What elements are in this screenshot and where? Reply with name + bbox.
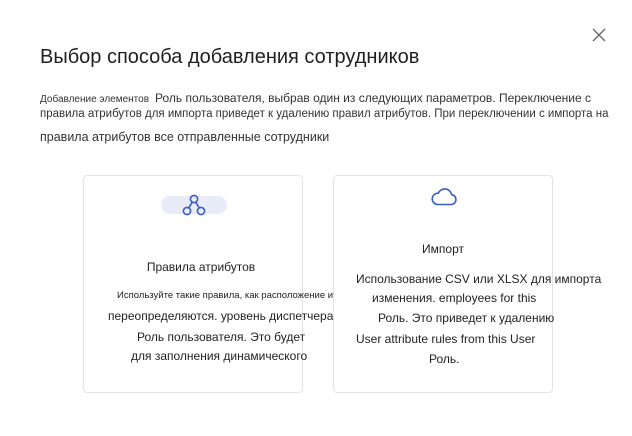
attribute-rules-title: Правила атрибутов bbox=[146, 260, 256, 274]
import-text-line: User attribute rules from this User bbox=[356, 332, 536, 346]
close-icon bbox=[592, 28, 606, 42]
import-text-line: изменения. employees for this bbox=[372, 291, 537, 305]
option-card-import[interactable]: Импорт Использование CSV или XLSX для им… bbox=[333, 175, 601, 393]
description-line-3: правила атрибутов все отправленные сотру… bbox=[40, 130, 330, 144]
description-line-1: Добавление элементов Роль пользователя, в… bbox=[40, 89, 591, 107]
description-text: Роль пользователя, выбрав один из следую… bbox=[155, 91, 591, 105]
attribute-rules-text-line: Роль пользователя. Это будет bbox=[137, 330, 306, 344]
description-line-2: правила атрибутов для импорта приведет к… bbox=[40, 108, 609, 120]
attribute-rules-text-line: Используйте такие правила, как расположе… bbox=[117, 290, 344, 301]
import-text-line: Использование CSV или XLSX для импорта bbox=[356, 272, 602, 286]
cloud-icon bbox=[431, 188, 457, 206]
import-text-line: Роль. Это приведет к удалению bbox=[378, 311, 555, 325]
description-lead: Добавление элементов bbox=[40, 94, 150, 105]
attribute-rules-text-line: для заполнения динамического bbox=[131, 349, 308, 363]
import-title: Импорт bbox=[422, 242, 464, 256]
dialog-title: Выбор способа добавления сотрудников bbox=[40, 46, 420, 68]
add-employees-dialog: Выбор способа добавления сотрудников Доб… bbox=[0, 0, 632, 436]
connection-nodes-icon bbox=[182, 194, 206, 216]
attribute-rules-text-line: переопределяются. уровень диспетчера bbox=[108, 309, 334, 323]
option-card-attribute-rules[interactable]: Правила атрибутов Используйте такие прав… bbox=[83, 175, 344, 393]
import-text-line: Роль. bbox=[429, 352, 460, 366]
close-button[interactable] bbox=[590, 26, 608, 44]
